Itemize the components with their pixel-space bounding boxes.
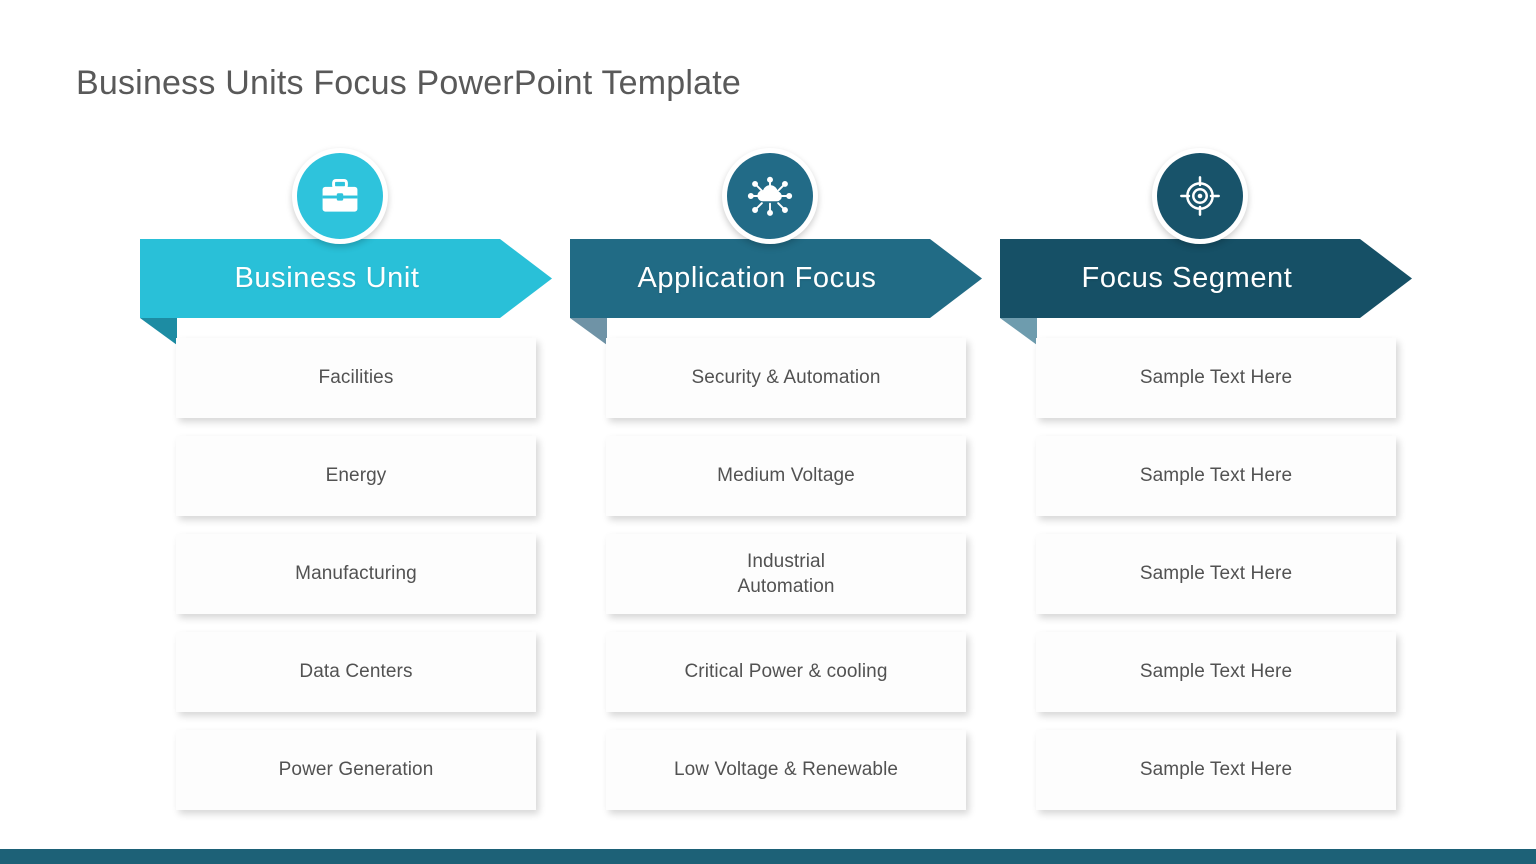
list-item[interactable]: Energy [176, 436, 536, 516]
ribbon-fold-3 [1000, 318, 1037, 345]
column-business-unit: Business Unit Facilities Energy Manufact… [140, 148, 570, 838]
list-item[interactable]: Security & Automation [606, 338, 966, 418]
ribbon-fold-1 [140, 318, 177, 345]
list-item-label: Critical Power & cooling [674, 659, 897, 684]
list-item-label: Manufacturing [285, 561, 427, 586]
card-list-3: Sample Text Here Sample Text Here Sample… [1036, 338, 1396, 828]
cloud-network-icon [727, 153, 813, 239]
list-item-label: Security & Automation [681, 365, 890, 390]
card-list-2: Security & Automation Medium Voltage Ind… [606, 338, 966, 828]
banner-label: Application Focus [637, 262, 914, 295]
columns-container: Business Unit Facilities Energy Manufact… [0, 148, 1536, 838]
page-title: Business Units Focus PowerPoint Template [76, 64, 741, 103]
banner-business-unit[interactable]: Business Unit [140, 239, 552, 318]
list-item-label: Facilities [309, 365, 404, 390]
icon-badge-2 [722, 148, 818, 244]
banner-application-focus[interactable]: Application Focus [570, 239, 982, 318]
list-item-label: Sample Text Here [1130, 757, 1302, 782]
list-item[interactable]: Medium Voltage [606, 436, 966, 516]
list-item-label: Industrial Automation [701, 549, 871, 599]
list-item[interactable]: Sample Text Here [1036, 632, 1396, 712]
list-item[interactable]: Critical Power & cooling [606, 632, 966, 712]
list-item[interactable]: Facilities [176, 338, 536, 418]
list-item-label: Energy [316, 463, 397, 488]
banner-label: Business Unit [234, 262, 457, 295]
list-item-label: Sample Text Here [1130, 463, 1302, 488]
list-item[interactable]: Manufacturing [176, 534, 536, 614]
briefcase-icon [297, 153, 383, 239]
column-application-focus: Application Focus Security & Automation … [570, 148, 1000, 838]
list-item-label: Data Centers [289, 659, 422, 684]
list-item[interactable]: Sample Text Here [1036, 436, 1396, 516]
list-item[interactable]: Sample Text Here [1036, 730, 1396, 810]
list-item-label: Power Generation [269, 757, 444, 782]
banner-label: Focus Segment [1082, 262, 1331, 295]
ribbon-fold-2 [570, 318, 607, 345]
slide-canvas: Business Units Focus PowerPoint Template… [0, 0, 1536, 864]
list-item[interactable]: Power Generation [176, 730, 536, 810]
column-focus-segment: Focus Segment Sample Text Here Sample Te… [1000, 148, 1430, 838]
banner-focus-segment[interactable]: Focus Segment [1000, 239, 1412, 318]
list-item[interactable]: Industrial Automation [606, 534, 966, 614]
list-item-label: Sample Text Here [1130, 365, 1302, 390]
banner-wrap-2: Application Focus [570, 239, 1000, 349]
list-item[interactable]: Low Voltage & Renewable [606, 730, 966, 810]
list-item[interactable]: Sample Text Here [1036, 534, 1396, 614]
banner-wrap-1: Business Unit [140, 239, 570, 349]
icon-badge-1 [292, 148, 388, 244]
list-item-label: Sample Text Here [1130, 561, 1302, 586]
footer-bar [0, 849, 1536, 864]
target-icon [1157, 153, 1243, 239]
list-item-label: Low Voltage & Renewable [664, 757, 908, 782]
banner-wrap-3: Focus Segment [1000, 239, 1430, 349]
list-item-label: Medium Voltage [707, 463, 865, 488]
card-list-1: Facilities Energy Manufacturing Data Cen… [176, 338, 536, 828]
list-item[interactable]: Sample Text Here [1036, 338, 1396, 418]
icon-badge-3 [1152, 148, 1248, 244]
list-item[interactable]: Data Centers [176, 632, 536, 712]
list-item-label: Sample Text Here [1130, 659, 1302, 684]
